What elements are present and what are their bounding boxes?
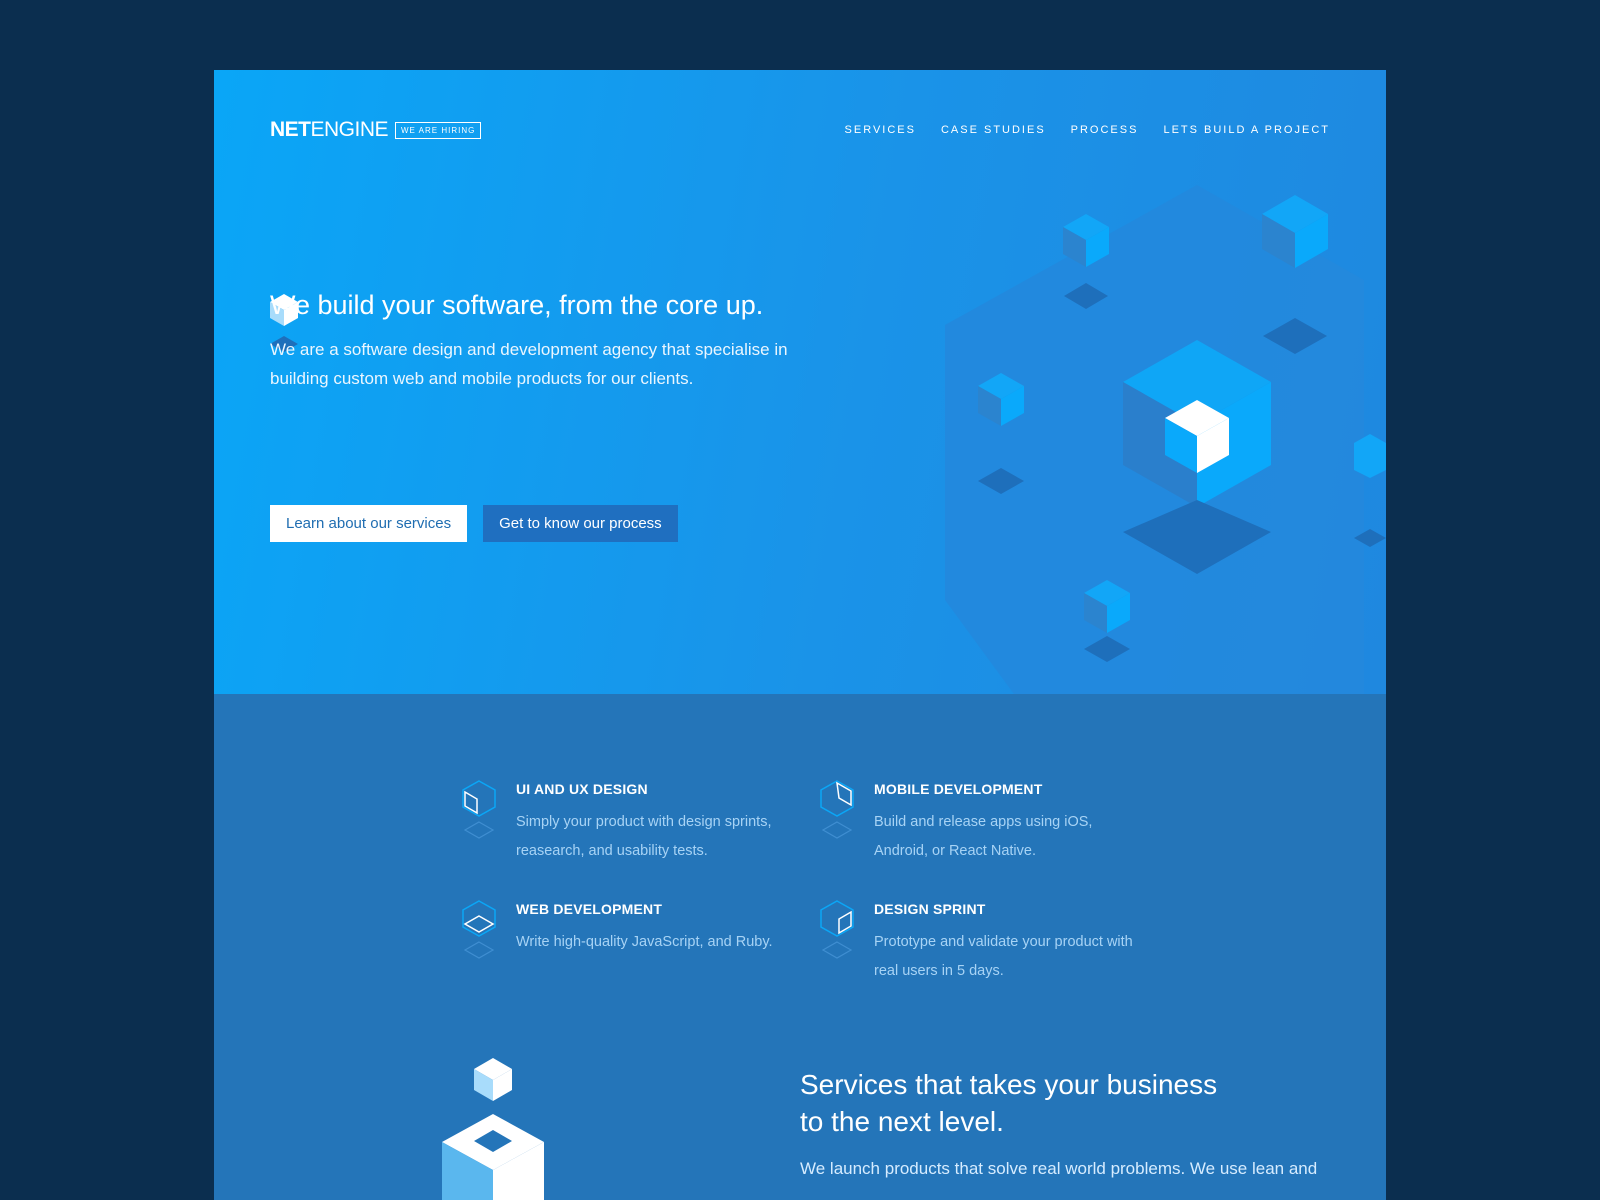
cube-left-face-icon: [462, 780, 496, 839]
service-description: Build and release apps using iOS, Androi…: [874, 814, 1093, 859]
we-are-hiring-badge[interactable]: WE ARE HIRING: [395, 122, 482, 139]
hero-copy: We build your software, from the core up…: [270, 290, 810, 393]
know-process-button[interactable]: Get to know our process: [483, 505, 678, 542]
service-title: DESIGN SPRINT: [874, 901, 986, 917]
nav-process[interactable]: PROCESS: [1071, 124, 1139, 136]
netengine-logo[interactable]: NETENGINE: [270, 110, 389, 150]
top-navigation-bar: NETENGINE WE ARE HIRING SERVICES CASE ST…: [270, 110, 1330, 150]
cube-small-4-icon: [1084, 580, 1130, 662]
hero-section: NETENGINE WE ARE HIRING SERVICES CASE ST…: [214, 70, 1386, 694]
cube-large-icon: [1123, 340, 1271, 574]
hero-title: We build your software, from the core up…: [270, 290, 764, 320]
service-description: Prototype and validate your product with…: [874, 934, 1133, 979]
service-description: Simply your product with design sprints,…: [516, 814, 772, 859]
service-title: WEB DEVELOPMENT: [516, 901, 663, 917]
hero-buttons: Learn about our services Get to know our…: [270, 505, 678, 542]
nav-case-studies[interactable]: CASE STUDIES: [941, 124, 1046, 136]
services-section-title: Services that takes your business to the…: [800, 1069, 1218, 1137]
nav-lets-build-a-project[interactable]: LETS BUILD A PROJECT: [1163, 124, 1330, 136]
services-cube-illustration: [442, 1058, 544, 1200]
cube-open-face-icon: [820, 780, 854, 839]
service-title: MOBILE DEVELOPMENT: [874, 781, 1043, 797]
hero-subtitle: We are a software design and development…: [270, 340, 788, 388]
service-title: UI AND UX DESIGN: [516, 781, 648, 797]
learn-services-button[interactable]: Learn about our services: [270, 505, 468, 542]
services-section: UI AND UX DESIGN Simply your product wit…: [214, 694, 1386, 1200]
services-section-text: We launch products that solve real world…: [800, 1159, 1318, 1178]
nav-services[interactable]: SERVICES: [845, 124, 916, 136]
service-description: Write high-quality JavaScript, and Ruby.: [516, 934, 773, 950]
main-nav: SERVICES CASE STUDIES PROCESS LETS BUILD…: [845, 110, 1330, 150]
website-frame: NETENGINE WE ARE HIRING SERVICES CASE ST…: [214, 70, 1386, 1200]
cube-right-face-icon: [820, 900, 854, 959]
cube-top-face-icon: [462, 900, 496, 959]
